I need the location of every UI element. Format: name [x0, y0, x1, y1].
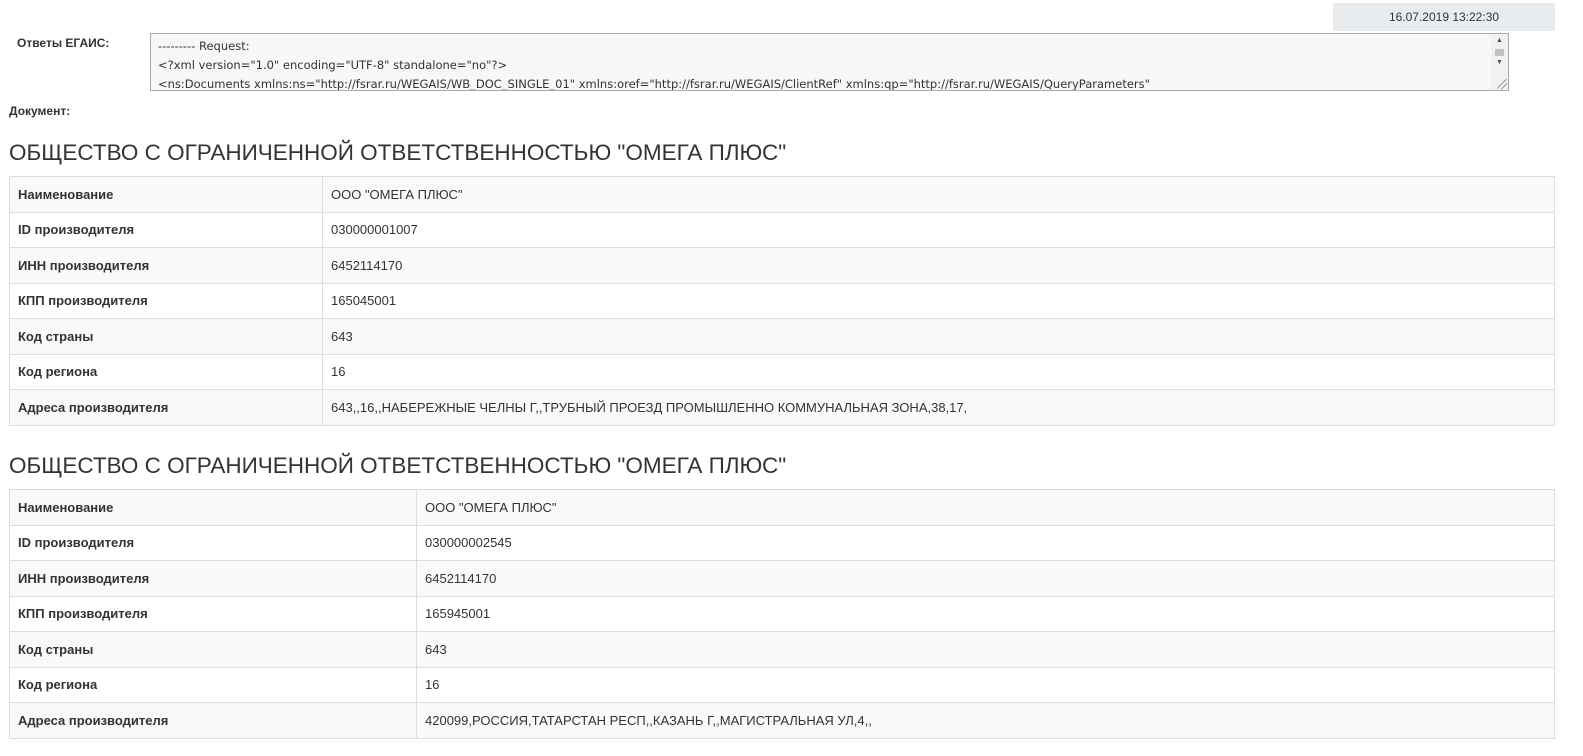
row-key: Наименование — [9, 489, 417, 526]
row-key: Код страны — [9, 631, 417, 668]
row-key: Код региона — [9, 666, 417, 703]
producer-table-1: Наименование ООО "ОМЕГА ПЛЮС" ID произво… — [9, 176, 1555, 426]
egais-response-textarea[interactable]: --------- Request: <?xml version="1.0" en… — [150, 33, 1509, 91]
table-row: КПП производителя 165045001 — [9, 282, 1555, 319]
row-value: 6452114170 — [322, 247, 1555, 284]
table-row: Код региона 16 — [9, 353, 1555, 390]
egais-answers-label: Ответы ЕГАИС: — [17, 36, 110, 50]
row-value: 6452114170 — [416, 560, 1555, 597]
row-key: Наименование — [9, 176, 323, 213]
row-key: ИНН производителя — [9, 560, 417, 597]
scroll-thumb[interactable] — [1495, 49, 1504, 56]
row-key: КПП производителя — [9, 282, 323, 319]
table-row: Код региона 16 — [9, 666, 1555, 703]
table-row: Наименование ООО "ОМЕГА ПЛЮС" — [9, 176, 1555, 213]
table-row: ID производителя 030000002545 — [9, 524, 1555, 561]
table-row: Код страны 643 — [9, 318, 1555, 355]
row-value: ООО "ОМЕГА ПЛЮС" — [416, 489, 1555, 526]
row-key: Адреса производителя — [9, 389, 323, 426]
document-label: Документ: — [9, 104, 71, 118]
row-value: 643,,16,,НАБЕРЕЖНЫЕ ЧЕЛНЫ Г,,ТРУБНЫЙ ПРО… — [322, 389, 1555, 426]
row-key: Адреса производителя — [9, 702, 417, 739]
row-value: 030000001007 — [322, 211, 1555, 248]
row-value: 165945001 — [416, 595, 1555, 632]
xml-line: <ns:Documents xmlns:ns="http://fsrar.ru/… — [158, 77, 1150, 91]
row-value: 165045001 — [322, 282, 1555, 319]
producer-table-2: Наименование ООО "ОМЕГА ПЛЮС" ID произво… — [9, 489, 1555, 739]
resize-grip-icon[interactable] — [1497, 79, 1507, 89]
table-row: Адреса производителя 420099,РОССИЯ,ТАТАР… — [9, 702, 1555, 739]
table-row: Адреса производителя 643,,16,,НАБЕРЕЖНЫЕ… — [9, 389, 1555, 426]
table-row: КПП производителя 165945001 — [9, 595, 1555, 632]
row-value: 643 — [416, 631, 1555, 668]
section-title-2: ОБЩЕСТВО С ОГРАНИЧЕННОЙ ОТВЕТСТВЕННОСТЬЮ… — [9, 453, 787, 478]
row-value: 16 — [416, 666, 1555, 703]
row-key: ИНН производителя — [9, 247, 323, 284]
table-row: ИНН производителя 6452114170 — [9, 247, 1555, 284]
xml-line: --------- Request: — [158, 39, 250, 53]
row-value: 030000002545 — [416, 524, 1555, 561]
row-value: 643 — [322, 318, 1555, 355]
row-key: ID производителя — [9, 524, 417, 561]
table-row: ИНН производителя 6452114170 — [9, 560, 1555, 597]
row-value: 420099,РОССИЯ,ТАТАРСТАН РЕСП,,КАЗАНЬ Г,,… — [416, 702, 1555, 739]
row-key: ID производителя — [9, 211, 323, 248]
table-row: ID производителя 030000001007 — [9, 211, 1555, 248]
row-value: 16 — [322, 353, 1555, 390]
table-row: Код страны 643 — [9, 631, 1555, 668]
row-key: КПП производителя — [9, 595, 417, 632]
scroll-down-icon[interactable]: ▼ — [1491, 56, 1508, 70]
row-key: Код страны — [9, 318, 323, 355]
section-title-1: ОБЩЕСТВО С ОГРАНИЧЕННОЙ ОТВЕТСТВЕННОСТЬЮ… — [9, 140, 787, 165]
xml-response-text[interactable]: --------- Request: <?xml version="1.0" en… — [158, 37, 1486, 91]
timestamp-badge: 16.07.2019 13:22:30 — [1333, 3, 1555, 31]
row-value: ООО "ОМЕГА ПЛЮС" — [322, 176, 1555, 213]
table-row: Наименование ООО "ОМЕГА ПЛЮС" — [9, 489, 1555, 526]
xml-line: <?xml version="1.0" encoding="UTF-8" sta… — [158, 58, 508, 72]
scroll-up-icon[interactable]: ▲ — [1491, 34, 1508, 48]
row-key: Код региона — [9, 353, 323, 390]
